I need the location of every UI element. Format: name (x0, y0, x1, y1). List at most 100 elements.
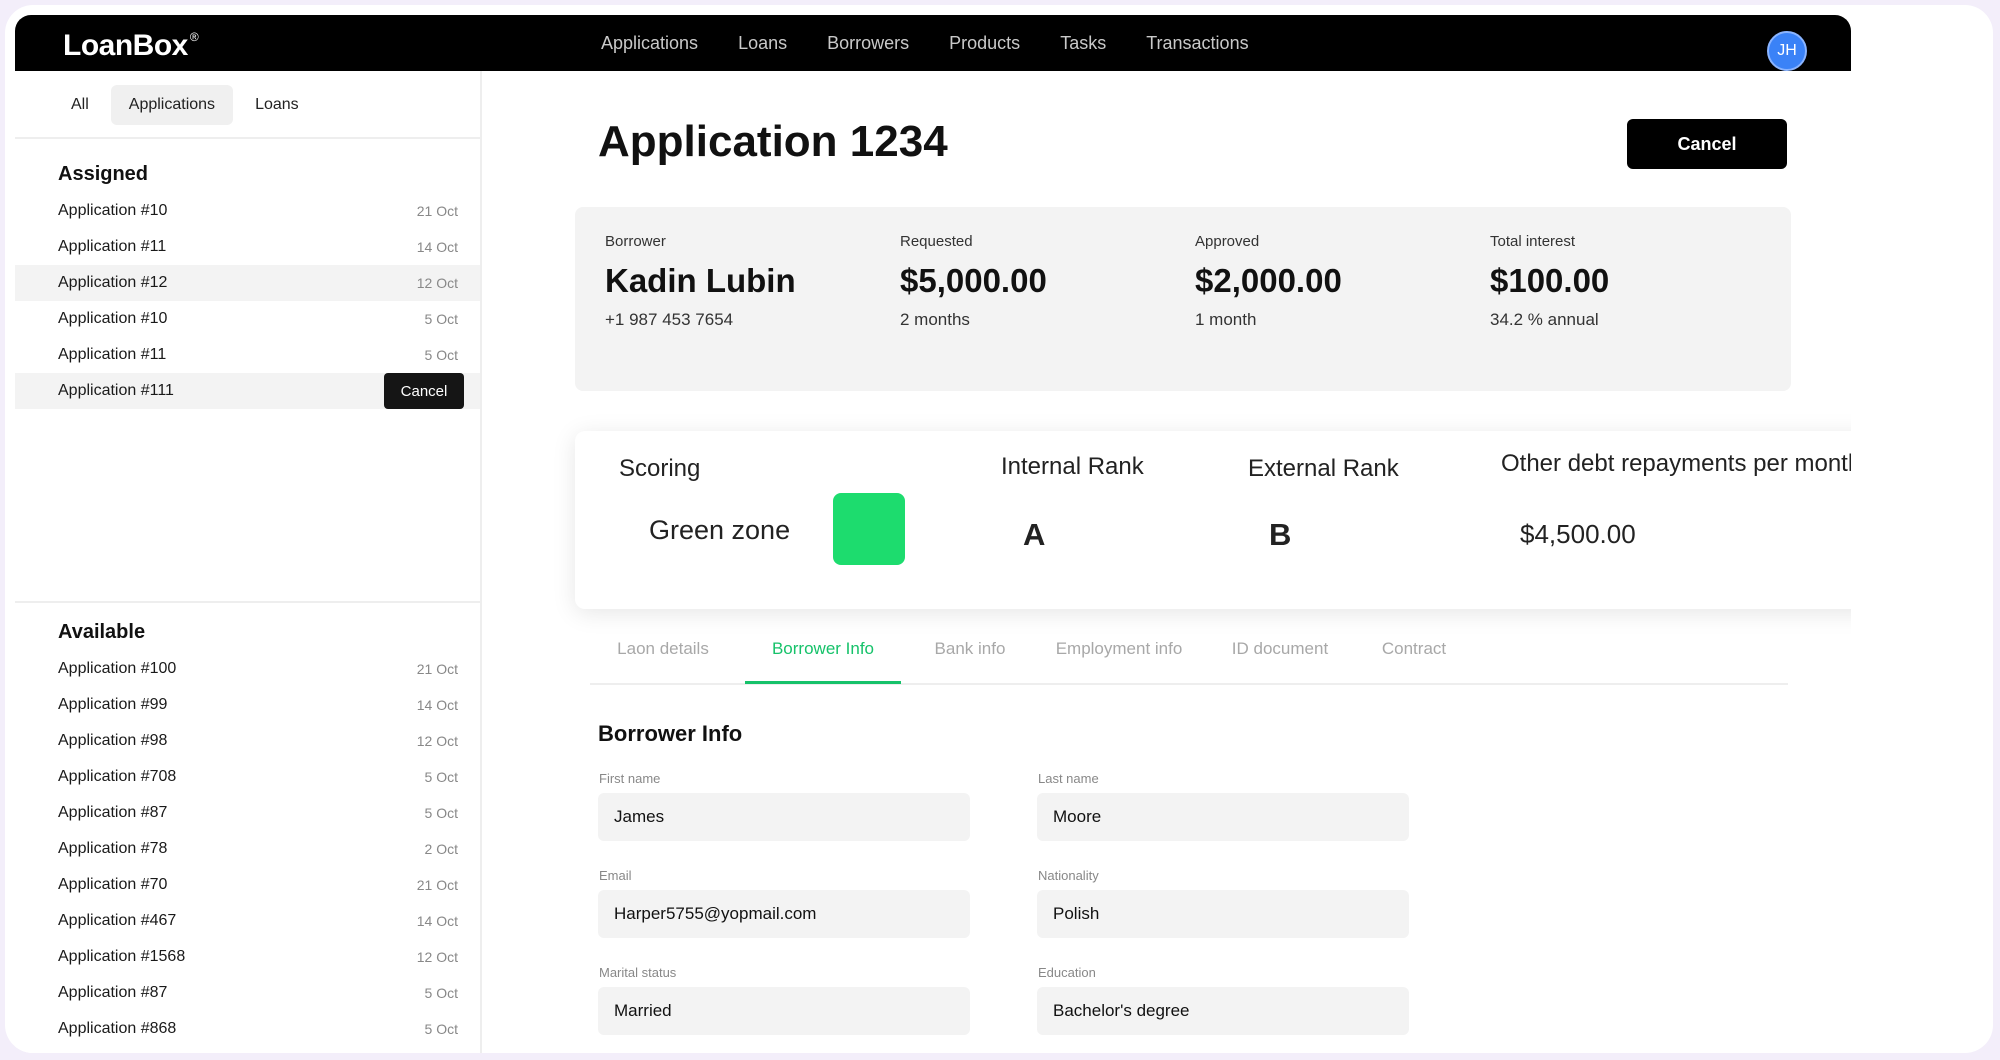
logo-registered-mark: ® (189, 30, 199, 44)
scoring-label: Scoring (619, 455, 701, 482)
education-label: Education (1038, 965, 1096, 980)
list-item-date: 5 Oct (424, 805, 458, 821)
list-item-date: 2 Oct (424, 841, 458, 857)
list-item-name: Application #11 (58, 346, 167, 363)
last-name-label: Last name (1038, 771, 1099, 786)
list-item[interactable]: Application #12 12 Oct (15, 265, 480, 301)
last-name-field[interactable] (1037, 793, 1409, 841)
summary-label: Approved (1195, 233, 1260, 250)
list-item-date: 12 Oct (416, 275, 458, 291)
tab-contract[interactable]: Contract (1360, 619, 1468, 681)
top-navbar: LoanBox ® Applications Loans Borrowers Pr… (15, 15, 1851, 71)
list-item-date: 5 Oct (424, 1021, 458, 1037)
list-item-date: 14 Oct (416, 913, 458, 929)
list-item-name: Application #98 (58, 732, 168, 749)
scoring-card: Scoring Green zone Internal Rank A Exter… (575, 431, 1851, 609)
nav-transactions[interactable]: Transactions (1146, 33, 1248, 54)
other-debt-value: $4,500.00 (1520, 519, 1636, 549)
list-item-name: Application #10 (58, 202, 168, 219)
email-field[interactable] (598, 890, 970, 938)
list-item[interactable]: Application #100 21 Oct (15, 651, 480, 687)
list-item[interactable]: Application #70 21 Oct (15, 867, 480, 903)
app-logo[interactable]: LoanBox ® (63, 29, 199, 63)
list-item[interactable]: Application #467 14 Oct (15, 903, 480, 939)
app-window: LoanBox ® Applications Loans Borrowers Pr… (15, 15, 1851, 1053)
requested-term: 2 months (900, 310, 970, 329)
list-item[interactable]: Application #98 12 Oct (15, 723, 480, 759)
list-item[interactable]: Application #87 5 Oct (15, 975, 480, 1011)
sidebar-filter-tabs: All Applications Loans (53, 85, 321, 125)
filter-tab-loans[interactable]: Loans (237, 85, 317, 125)
nationality-field[interactable] (1037, 890, 1409, 938)
list-item-date: 12 Oct (416, 733, 458, 749)
list-item[interactable]: Application #1568 12 Oct (15, 939, 480, 975)
list-item[interactable]: Application #708 5 Oct (15, 759, 480, 795)
summary-label: Requested (900, 233, 973, 250)
list-item[interactable]: Application #10 5 Oct (15, 301, 480, 337)
marital-status-field[interactable] (598, 987, 970, 1035)
nav-borrowers[interactable]: Borrowers (827, 33, 909, 54)
row-cancel-button[interactable]: Cancel (384, 373, 464, 409)
external-rank-label: External Rank (1248, 455, 1399, 482)
list-item-name: Application #87 (58, 804, 168, 821)
main-content: Application 1234 Cancel Borrower Kadin L… (482, 71, 1851, 1053)
list-item-name: Application #12 (58, 274, 168, 291)
sidebar: All Applications Loans Assigned Applicat… (15, 71, 482, 1053)
nav-tasks[interactable]: Tasks (1060, 33, 1106, 54)
green-zone-indicator (833, 493, 905, 565)
filter-tab-applications[interactable]: Applications (110, 85, 234, 125)
total-interest-amount: $100.00 (1490, 262, 1610, 299)
first-name-field[interactable] (598, 793, 970, 841)
available-list: Application #100 21 Oct Application #99 14… (15, 651, 480, 1047)
tab-bank-info[interactable]: Bank info (910, 619, 1030, 681)
list-item[interactable]: Application #99 14 Oct (15, 687, 480, 723)
list-item[interactable]: Application #10 21 Oct (15, 193, 480, 229)
nav-loans[interactable]: Loans (738, 33, 787, 54)
external-rank-value: B (1269, 517, 1292, 552)
assigned-list: Application #10 21 Oct Application #11 14 … (15, 193, 480, 409)
approved-amount: $2,000.00 (1195, 262, 1342, 299)
tab-id-document[interactable]: ID document (1210, 619, 1350, 681)
requested-amount: $5,000.00 (900, 262, 1047, 299)
user-avatar[interactable]: JH (1767, 31, 1807, 71)
list-item-name: Application #708 (58, 768, 177, 785)
list-item-name: Application #11 (58, 238, 167, 255)
tab-loan-details[interactable]: Laon details (590, 619, 736, 681)
summary-approved: Approved $2,000.00 1 month (1195, 233, 1342, 330)
list-item[interactable]: Application #11 14 Oct (15, 229, 480, 265)
list-item[interactable]: Application #87 5 Oct (15, 795, 480, 831)
list-item[interactable]: Application #11 5 Oct (15, 337, 480, 373)
list-item[interactable]: Application #111 Cancel (15, 373, 480, 409)
marital-status-label: Marital status (599, 965, 677, 980)
list-item-date: 14 Oct (416, 239, 458, 255)
list-item-date: 21 Oct (416, 877, 458, 893)
summary-interest: Total interest $100.00 34.2 % annual (1490, 233, 1609, 330)
filter-tab-all[interactable]: All (53, 85, 107, 125)
summary-borrower: Borrower Kadin Lubin +1 987 453 7654 (605, 233, 796, 330)
cancel-button[interactable]: Cancel (1627, 119, 1787, 169)
list-item-name: Application #1568 (58, 948, 186, 965)
approved-term: 1 month (1195, 310, 1257, 329)
list-item[interactable]: Application #868 5 Oct (15, 1011, 480, 1047)
list-item[interactable]: Application #78 2 Oct (15, 831, 480, 867)
sidebar-divider (15, 137, 480, 139)
list-item-date: 5 Oct (424, 347, 458, 363)
nav-products[interactable]: Products (949, 33, 1020, 54)
internal-rank-label: Internal Rank (1001, 453, 1144, 480)
education-field[interactable] (1037, 987, 1409, 1035)
list-item-date: 12 Oct (416, 949, 458, 965)
email-label: Email (599, 868, 632, 883)
interest-rate: 34.2 % annual (1490, 310, 1599, 329)
summary-label: Total interest (1490, 233, 1576, 250)
tab-employment-info[interactable]: Employment info (1034, 619, 1204, 681)
available-section-title: Available (58, 621, 146, 643)
list-item-date: 5 Oct (424, 769, 458, 785)
screenshot-frame: LoanBox ® Applications Loans Borrowers Pr… (5, 5, 1993, 1053)
tab-borrower-info[interactable]: Borrower Info (745, 619, 901, 684)
list-item-name: Application #467 (58, 912, 177, 929)
list-item-date: 14 Oct (416, 697, 458, 713)
list-item-name: Application #111 (58, 382, 174, 399)
list-item-name: Application #70 (58, 876, 168, 893)
nav-applications[interactable]: Applications (601, 33, 698, 54)
first-name-label: First name (599, 771, 661, 786)
